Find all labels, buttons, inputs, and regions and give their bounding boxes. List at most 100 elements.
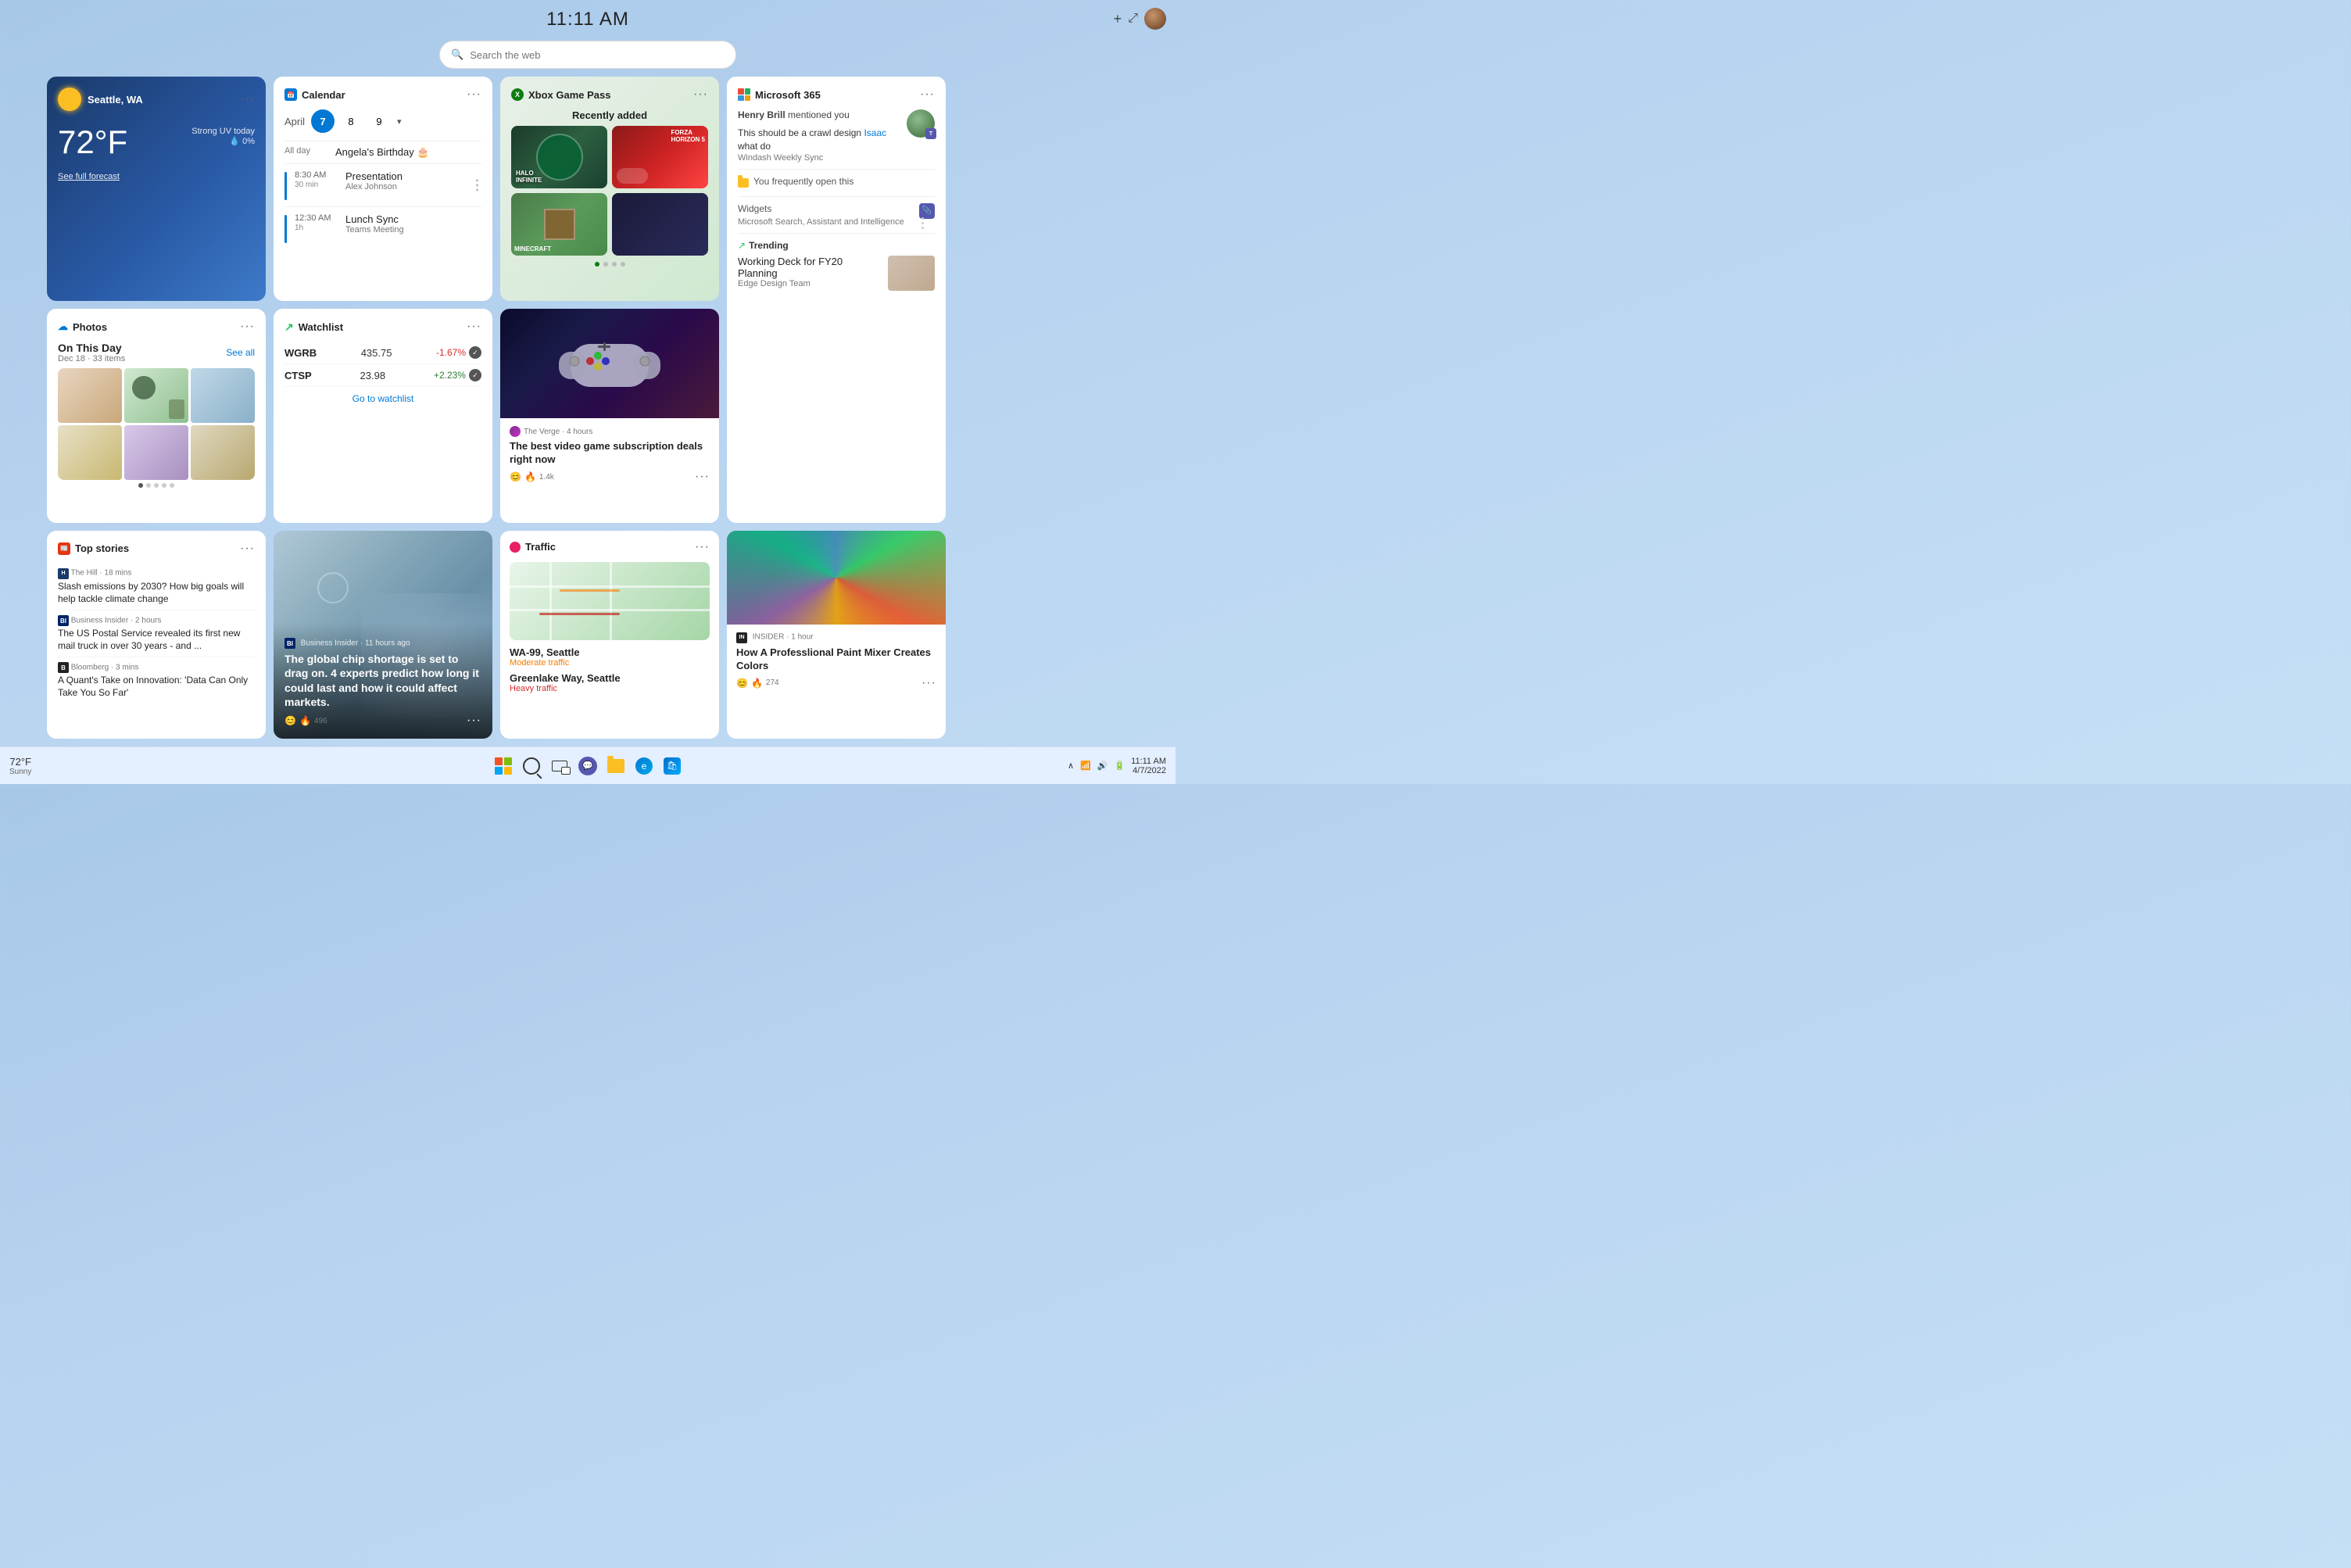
sun-icon [58,88,81,111]
folder-icon [738,178,749,188]
photos-header: ☁ Photos ··· [58,320,255,334]
moderate-road [560,589,620,592]
verge-title: The best video game subscription deals r… [510,440,710,467]
weather-header: Seattle, WA ··· [58,88,255,111]
traffic-more-button[interactable]: ··· [695,540,710,554]
photo-4[interactable] [58,425,122,480]
game-extra[interactable] [612,193,708,256]
news-item-1[interactable]: H The Hill · 18 mins Slash emissions by … [58,564,255,610]
photo-3[interactable] [191,368,255,423]
photo-5[interactable] [124,425,188,480]
emoji-fire-icon: 🔥 [524,471,536,482]
verge-logo-icon [510,426,521,437]
go-watchlist-link[interactable]: Go to watchlist [284,393,481,404]
scroll-dots [476,180,478,192]
top-stories-icon: 📰 [58,542,70,555]
xbox-icon: X [511,88,524,101]
wifi-icon[interactable]: 📶 [1080,761,1091,771]
bi-logo-icon-chip: BI [284,638,295,649]
photos-date-count: Dec 18 · 33 items [58,354,125,363]
edge-icon: e [635,757,653,775]
stock-check-1: ✓ [469,346,481,359]
m365-message: This should be a crawl design Isaac what… [738,127,900,153]
game-halo[interactable]: HALOINFINITE [511,126,607,188]
calendar-day-8[interactable]: 8 [339,109,363,133]
battery-icon[interactable]: 🔋 [1114,761,1125,771]
taskbar-fileexplorer-button[interactable] [605,755,627,777]
calendar-more-button[interactable]: ··· [467,88,481,102]
taskbar-edge-button[interactable]: e [633,755,655,777]
calendar-expand-icon[interactable]: ▾ [397,116,402,127]
chip-emoji-2: 🔥 [299,715,311,726]
user-avatar[interactable] [1144,8,1166,30]
news-item-2[interactable]: BI Business Insider · 2 hours The US Pos… [58,610,255,657]
chip-article-card[interactable]: BI Business Insider · 11 hours ago The g… [274,531,492,739]
top-stories-more-button[interactable]: ··· [240,542,255,556]
news-source-2: BI Business Insider · 2 hours [58,615,255,626]
chip-article-reactions: 😊 🔥 496 [284,715,327,726]
insider-source: IN INSIDER · 1 hour [736,632,936,643]
taskbar-store-button[interactable]: 🛍 [661,755,683,777]
event-time-2: 12:30 AM1h [295,213,338,232]
stock-name-1: WGRB [284,347,317,359]
chat-icon: 💬 [578,757,597,775]
search-input[interactable] [470,49,725,61]
verge-card[interactable]: The Verge · 4 hours The best video game … [500,309,719,522]
m365-trending-section: ↗ Trending Working Deck for FY20 Plannin… [738,233,935,291]
m365-widget: Microsoft 365 ··· Henry Brill mentioned … [727,77,946,523]
taskbar-datetime[interactable]: 11:11 AM 4/7/2022 [1131,757,1166,775]
weather-widget: Seattle, WA ··· 72°F Strong UV today 💧 0… [47,77,266,301]
weather-temp: 72°F [58,124,127,161]
verge-more-button[interactable]: ··· [695,470,710,484]
insider-more-button[interactable]: ··· [921,676,936,690]
taskview-icon [552,761,567,771]
m365-widgets-section: Widgets Microsoft Search, Assistant and … [738,196,935,227]
stock-name-2: CTSP [284,370,312,381]
m365-more-button[interactable]: ··· [920,88,935,102]
taskbar-taskview-button[interactable] [549,755,571,777]
weather-location: Seattle, WA [88,94,143,106]
taskbar-chat-button[interactable]: 💬 [577,755,599,777]
taskbar-condition: Sunny [9,768,31,776]
bloomberg-logo-icon: B [58,662,69,673]
chevron-up-icon[interactable]: ∧ [1068,761,1074,771]
widgets-container: Seattle, WA ··· 72°F Strong UV today 💧 0… [47,77,1129,739]
teams-badge-icon: T [925,128,936,139]
heavy-road [539,613,619,615]
insider-card[interactable]: IN INSIDER · 1 hour How A Professlional … [727,531,946,739]
photo-1[interactable] [58,368,122,423]
see-forecast-link[interactable]: See full forecast [58,172,255,181]
chip-article-footer: 😊 🔥 496 ··· [284,714,481,728]
xbox-games-grid: HALOINFINITE FORZAHORIZON 5 MINECRAFT [511,126,708,256]
photos-more-button[interactable]: ··· [240,320,255,334]
photos-see-all[interactable]: See all [226,347,255,358]
calendar-event-1: 8:30 AM30 min Presentation Alex Johnson [284,163,481,206]
speaker-icon[interactable]: 🔊 [1097,761,1108,771]
calendar-days: 7 8 9 [311,109,391,133]
photo-6[interactable] [191,425,255,480]
watchlist-more-button[interactable]: ··· [467,320,481,334]
stock-change-2: +2.23% [434,370,466,381]
xbox-more-button[interactable]: ··· [693,88,708,102]
top-stories-title: 📰 Top stories [58,542,129,555]
store-icon: 🛍 [664,757,681,775]
calendar-day-7[interactable]: 7 [311,109,335,133]
game-minecraft[interactable]: MINECRAFT [511,193,607,256]
weather-more-button[interactable]: ··· [240,92,255,106]
m365-sync-label: Windash Weekly Sync [738,153,900,163]
game-forza[interactable]: FORZAHORIZON 5 [612,126,708,188]
windows-start-button[interactable] [492,755,514,777]
xbox-header: X Xbox Game Pass ··· [511,88,708,102]
search-bar[interactable]: 🔍 [439,41,736,69]
insider-emoji-2: 🔥 [751,678,763,689]
news-item-3[interactable]: B Bloomberg · 3 mins A Quant's Take on I… [58,657,255,703]
photo-2[interactable] [124,368,188,423]
chip-article-more-button[interactable]: ··· [467,714,481,728]
calendar-nav: April 7 8 9 ▾ [284,109,481,133]
expand-icon[interactable]: ⤢ [1128,12,1138,26]
xbox-pagination [511,262,708,267]
calendar-day-9[interactable]: 9 [367,109,391,133]
taskbar-search-button[interactable] [521,755,542,777]
m365-link-isaac[interactable]: Isaac [864,127,886,138]
add-icon[interactable]: + [1114,11,1122,27]
